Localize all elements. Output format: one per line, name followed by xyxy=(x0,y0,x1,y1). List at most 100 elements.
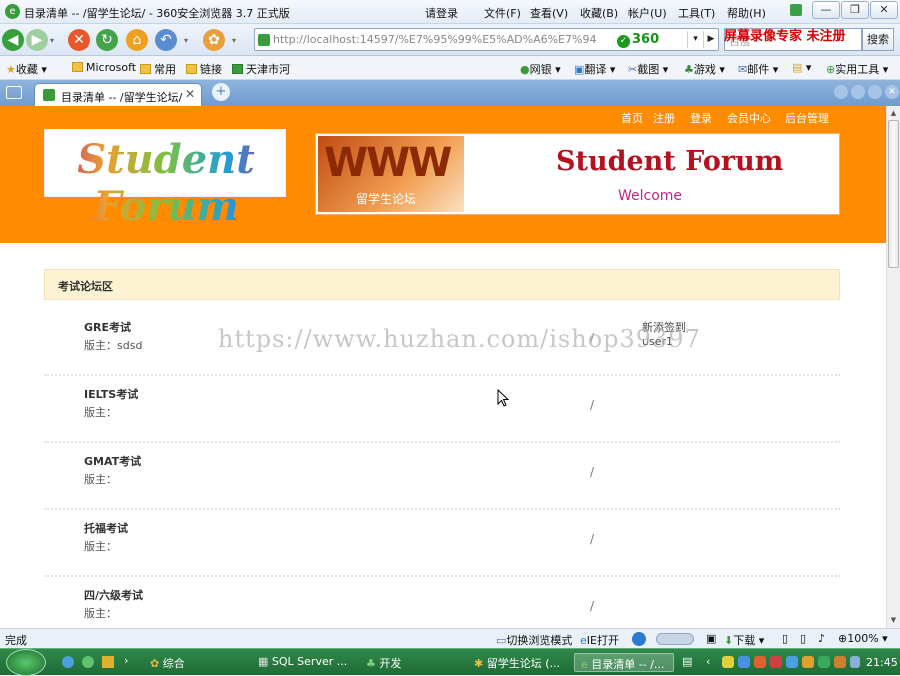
cleanup-icon[interactable]: ▯ xyxy=(800,632,806,645)
tab-list-icon[interactable] xyxy=(868,85,882,99)
forward-dropdown-icon[interactable]: ▾ xyxy=(50,36,54,45)
tray-icon[interactable] xyxy=(834,656,846,668)
search-button[interactable]: 搜索 xyxy=(862,28,894,51)
network-icon[interactable] xyxy=(850,656,860,668)
forum-name[interactable]: 托福考试 xyxy=(84,520,128,536)
back-icon[interactable]: ◀ xyxy=(2,29,24,51)
tool-translate[interactable]: ▣翻译 ▾ xyxy=(574,61,615,77)
ie-open-button[interactable]: eIE打开 xyxy=(580,632,619,648)
scroll-down-icon[interactable]: ▼ xyxy=(888,614,899,626)
forum-name[interactable]: 四/六级考试 xyxy=(84,587,143,603)
notes-icon: ▤ xyxy=(792,61,803,74)
keyboard-icon[interactable]: ▤ xyxy=(682,655,692,668)
page-icon xyxy=(43,89,55,101)
quicklaunch-desktop-icon[interactable] xyxy=(102,656,114,668)
paw-icon[interactable]: ✿ xyxy=(203,29,225,51)
tray-icon[interactable] xyxy=(738,656,750,668)
menu-tools[interactable]: 工具(T) xyxy=(678,5,715,21)
forum-name[interactable]: GRE考试 xyxy=(84,319,131,335)
menu-account[interactable]: 帐户(U) xyxy=(628,5,667,21)
tray-icon[interactable] xyxy=(802,656,814,668)
undo-close-icon[interactable]: ↶ xyxy=(155,29,177,51)
forward-icon[interactable]: ▶ xyxy=(26,29,48,51)
tool-utilities[interactable]: ⊕实用工具 ▾ xyxy=(826,61,888,77)
tab-next-icon[interactable] xyxy=(851,85,865,99)
taskbar-item[interactable]: ✿ 综合 xyxy=(144,653,244,672)
scroll-up-icon[interactable]: ▲ xyxy=(888,107,899,119)
undo-dropdown-icon[interactable]: ▾ xyxy=(184,36,188,45)
close-tab-icon[interactable]: ✕ xyxy=(185,87,195,101)
tray-icon[interactable] xyxy=(786,656,798,668)
nav-admin[interactable]: 后台管理 xyxy=(785,110,829,126)
forum-name[interactable]: GMAT考试 xyxy=(84,453,141,469)
sql-icon: ▦ xyxy=(258,655,269,668)
menu-favorites[interactable]: 收藏(B) xyxy=(580,5,618,21)
go-icon[interactable]: ▶ xyxy=(703,31,718,48)
vertical-scrollbar[interactable]: ▲ ▼ xyxy=(886,106,900,628)
clipboard-icon[interactable]: ▯ xyxy=(782,632,788,645)
start-button[interactable] xyxy=(6,649,46,676)
menu-view[interactable]: 查看(V) xyxy=(530,5,568,21)
switch-mode-button[interactable]: ▭切换浏览模式 xyxy=(496,632,572,648)
window-icon[interactable]: ▣ xyxy=(706,632,716,645)
bookmark-tianjin[interactable]: 天津市河 xyxy=(232,61,290,77)
tool-bank[interactable]: ●网银 ▾ xyxy=(520,61,561,77)
tray-icon[interactable] xyxy=(754,656,766,668)
tab-directory[interactable]: 目录清单 -- /留学生论坛/ ✕ xyxy=(34,83,202,106)
tray-icon[interactable] xyxy=(770,656,782,668)
login-link[interactable]: 请登录 xyxy=(425,5,458,21)
globe-icon[interactable] xyxy=(632,632,646,646)
paw-dropdown-icon[interactable]: ▾ xyxy=(232,36,236,45)
clock[interactable]: 21:45 xyxy=(866,656,898,669)
tray-expand-icon[interactable]: ‹ xyxy=(706,655,710,668)
zoom-control[interactable]: ⊕100% ▾ xyxy=(838,632,888,645)
url-text[interactable]: http://localhost:14597/%E7%95%99%E5%AD%A… xyxy=(273,33,613,46)
nav-login[interactable]: 登录 xyxy=(690,110,712,126)
tab-close-all-icon[interactable]: ✕ xyxy=(885,85,899,99)
menu-help[interactable]: 帮助(H) xyxy=(727,5,766,21)
tool-screenshot[interactable]: ✂截图 ▾ xyxy=(628,61,668,77)
menu-file[interactable]: 文件(F) xyxy=(484,5,521,21)
volume-icon[interactable]: ♪ xyxy=(818,632,825,645)
folder-icon: ▭ xyxy=(496,634,507,647)
speed-toggle[interactable] xyxy=(656,633,694,645)
maximize-button[interactable]: ❐ xyxy=(841,1,869,19)
address-dropdown-icon[interactable]: ▾ xyxy=(687,31,703,48)
close-window-button[interactable]: ✕ xyxy=(870,1,898,19)
scroll-thumb[interactable] xyxy=(888,120,899,268)
tool-games[interactable]: ♣游戏 ▾ xyxy=(684,61,725,77)
title-bar: e 目录清单 -- /留学生论坛/ - 360安全浏览器 3.7 正式版 请登录… xyxy=(0,0,900,24)
address-bar[interactable]: http://localhost:14597/%E7%95%99%E5%AD%A… xyxy=(254,28,719,51)
sidebar-toggle-icon[interactable] xyxy=(6,86,22,99)
taskbar-item-active[interactable]: e 目录清单 -- /... xyxy=(574,653,674,672)
taskbar-item[interactable]: ▦ SQL Server ... xyxy=(252,653,356,672)
quicklaunch-360-icon[interactable] xyxy=(82,656,94,668)
stop-icon[interactable]: ✕ xyxy=(68,29,90,51)
status-text: 完成 xyxy=(5,634,27,647)
tab-prev-icon[interactable] xyxy=(834,85,848,99)
favorites-button[interactable]: ★收藏 ▾ xyxy=(6,61,47,77)
browser-icon: e xyxy=(5,4,20,19)
nav-home[interactable]: 首页 xyxy=(621,110,643,126)
refresh-icon[interactable]: ↻ xyxy=(96,29,118,51)
site-logo[interactable]: Student Forum xyxy=(44,129,286,230)
skin-icon[interactable] xyxy=(790,4,802,16)
bookmark-microsoft[interactable]: Microsoft xyxy=(72,61,136,74)
quicklaunch-ie-icon[interactable] xyxy=(62,656,74,668)
tray-icon[interactable] xyxy=(818,656,830,668)
home-icon[interactable]: ⌂ xyxy=(126,29,148,51)
bookmark-links[interactable]: 链接 xyxy=(186,61,222,77)
nav-register[interactable]: 注册 xyxy=(653,110,675,126)
nav-member-center[interactable]: 会员中心 xyxy=(727,110,771,126)
bookmark-common[interactable]: 常用 xyxy=(140,61,176,77)
taskbar-item[interactable]: ♣ 开发 xyxy=(360,653,460,672)
tray-icon[interactable] xyxy=(722,656,734,668)
download-button[interactable]: ⬇下载 ▾ xyxy=(724,632,764,648)
minimize-button[interactable]: — xyxy=(812,1,840,19)
tool-notes[interactable]: ▤ ▾ xyxy=(792,61,811,74)
tool-mail[interactable]: ✉邮件 ▾ xyxy=(738,61,778,77)
quicklaunch-more-icon[interactable]: › xyxy=(124,654,128,667)
new-tab-icon[interactable]: + xyxy=(212,83,230,101)
taskbar-item[interactable]: ✱ 留学生论坛 (... xyxy=(468,653,568,672)
forum-name[interactable]: IELTS考试 xyxy=(84,386,138,402)
